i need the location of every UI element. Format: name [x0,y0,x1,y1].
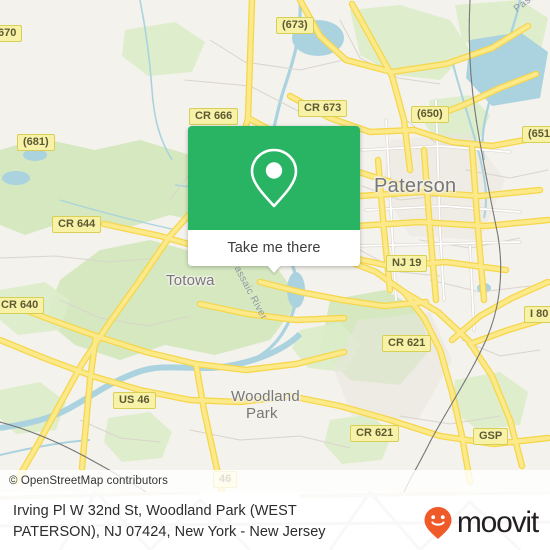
road-shield-nj-19: NJ 19 [386,255,428,272]
road-shield-670: 670 [0,25,23,42]
map-label-woodland: Woodland [231,388,300,405]
road-shield-cr-640: CR 640 [0,297,45,314]
take-me-there-label: Take me there [227,240,321,256]
road-shield-650: (650) [411,106,449,123]
moovit-logo[interactable]: moovit [423,506,539,540]
osm-attribution-text[interactable]: © OpenStreetMap contributors [0,475,168,487]
card-pin-area [188,126,360,230]
road-shield-us-46: US 46 [113,392,156,409]
road-shield-cr-673: CR 673 [298,100,348,117]
address-text: Irving Pl W 32nd St, Woodland Park (WEST… [13,501,368,543]
road-shield-cr-621: CR 621 [382,335,432,352]
map-pin-icon [250,148,298,208]
road-shield-681: (681) [17,134,55,151]
moovit-smiling-pin-icon [424,507,452,539]
map-attribution-bar: © OpenStreetMap contributors [0,470,550,492]
road-shield-i-80: I 80 [524,306,550,323]
card-pointer-tail [267,265,281,273]
road-shield-673: (673) [276,17,314,34]
map-label-totowa: Totowa [166,272,215,289]
moovit-map-share-card: .wtr { fill:#aad3df; } .wline { stroke:#… [0,0,550,550]
moovit-wordmark: moovit [456,506,539,539]
road-shield-cr-621-south: CR 621 [350,425,400,442]
address-line-2: PATERSON), NJ 07424, New York - New Jers… [13,524,326,540]
road-shield-cr-666: CR 666 [189,108,239,125]
map-canvas[interactable]: .wtr { fill:#aad3df; } .wline { stroke:#… [0,0,550,492]
road-shield-651: (651) [522,126,550,143]
map-label-park: Park [246,405,278,422]
footer-bar: Irving Pl W 32nd St, Woodland Park (WEST… [0,492,550,550]
card-action-area[interactable]: Take me there [188,230,360,273]
take-me-there-card[interactable]: Take me there [188,126,360,273]
map-label-paterson: Paterson [374,175,457,197]
road-shield-gsp: GSP [473,428,509,445]
road-shield-cr-644: CR 644 [52,216,102,233]
address-line-1: Irving Pl W 32nd St, Woodland Park (WEST [13,503,297,519]
